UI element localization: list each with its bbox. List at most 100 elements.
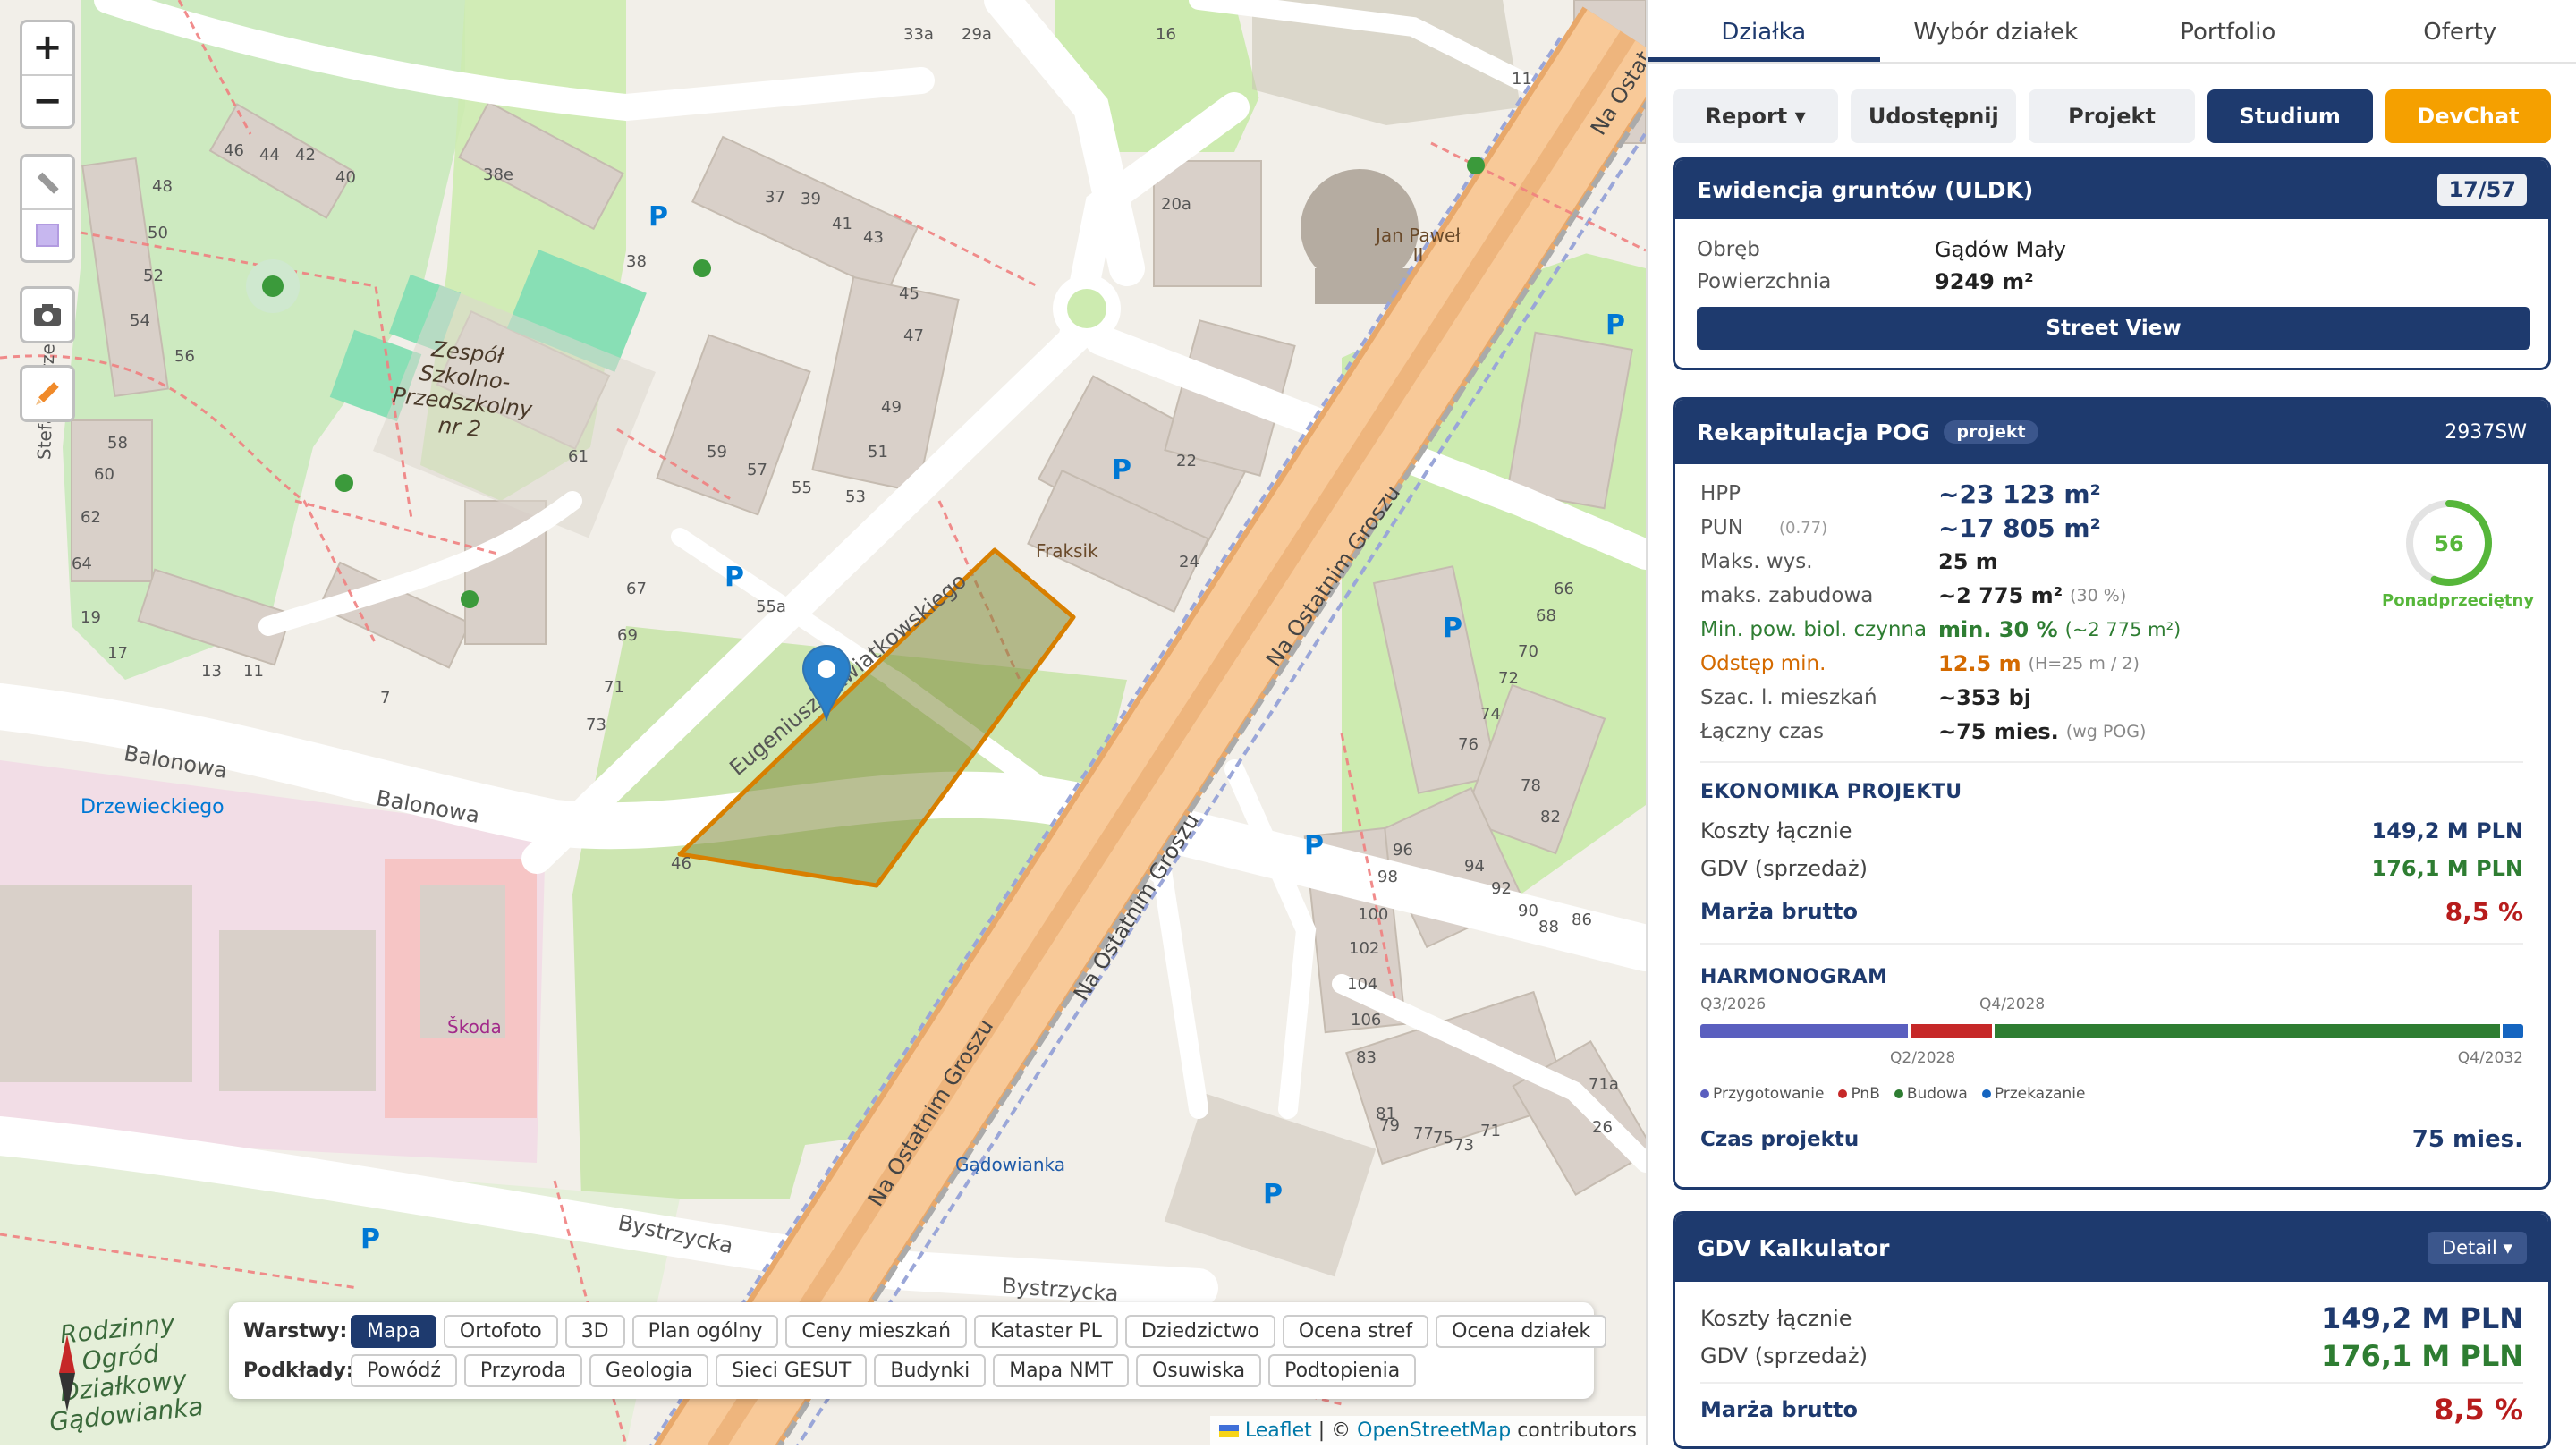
pog-row-value: 12.5 m <box>1938 651 2021 676</box>
pog-row: Szac. l. mieszkań~353 bj <box>1700 681 2523 715</box>
basemap-chip[interactable]: Geologia <box>589 1354 708 1387</box>
layer-chip[interactable]: Dziedzictwo <box>1125 1315 1275 1348</box>
score-gauge: 56 <box>2404 498 2494 588</box>
polygon-draw-icon[interactable] <box>22 208 72 260</box>
svg-text:P: P <box>1443 613 1462 644</box>
legend-dot-icon <box>1982 1089 1991 1098</box>
legend-dot-icon <box>1700 1089 1709 1098</box>
draw-toolbar <box>20 154 75 263</box>
zoom-out-button[interactable]: − <box>22 74 72 126</box>
uldk-badge: 17/57 <box>2437 174 2527 206</box>
devchat-button[interactable]: DevChat <box>2385 89 2551 143</box>
econ-costs-value: 149,2 M PLN <box>2372 818 2523 843</box>
tab-portfolio[interactable]: Portfolio <box>2112 0 2344 62</box>
tab-wybor-dzialek[interactable]: Wybór działek <box>1880 0 2113 62</box>
pog-row-label: Łączny czas <box>1700 720 1938 743</box>
leaflet-link[interactable]: Leaflet <box>1245 1419 1312 1442</box>
pog-row: Odstęp min.12.5 m(H=25 m / 2) <box>1700 647 2523 681</box>
area-value: 9249 m² <box>1935 269 2034 294</box>
gdv-title: GDV Kalkulator <box>1697 1235 1889 1261</box>
pog-row-label: HPP <box>1700 482 1938 505</box>
layer-chip[interactable]: Ocena stref <box>1283 1315 1428 1348</box>
layer-chip[interactable]: Plan ogólny <box>632 1315 779 1348</box>
attribution-contributors: contributors <box>1517 1419 1637 1442</box>
score-value: 56 <box>2434 531 2463 556</box>
econ-gdv-value: 176,1 M PLN <box>2372 856 2523 881</box>
layer-chip[interactable]: Ortofoto <box>444 1315 558 1348</box>
pog-row-value: 25 m <box>1938 549 1998 574</box>
timeline: Q3/2026 Q4/2028 Q2/2028 Q4/2032 <box>1700 996 2523 1081</box>
timeline-legend: PrzygotowaniePnBBudowaPrzekazanie <box>1700 1085 2523 1103</box>
pog-row-note: (wg POG) <box>2066 722 2147 741</box>
timeline-legend-label: Przekazanie <box>1995 1085 2086 1103</box>
tab-oferty[interactable]: Oferty <box>2344 0 2576 62</box>
project-button[interactable]: Projekt <box>2029 89 2194 143</box>
tab-dzialka[interactable]: Działka <box>1648 0 1880 62</box>
timeline-legend-item: Przygotowanie <box>1700 1085 1824 1103</box>
project-time-label: Czas projektu <box>1700 1128 1859 1151</box>
layer-chip[interactable]: Kataster PL <box>974 1315 1118 1348</box>
svg-text:P: P <box>1606 309 1625 341</box>
map-attribution: Leaflet | © OpenStreetMap contributors <box>1210 1416 1646 1445</box>
basemap-chip[interactable]: Przyroda <box>464 1354 582 1387</box>
econ-gdv-label: GDV (sprzedaż) <box>1700 856 1868 881</box>
side-panel: Działka Wybór działek Portfolio Oferty R… <box>1646 0 2576 1445</box>
gdv-margin-label: Marża brutto <box>1700 1397 1858 1422</box>
basemap-chip[interactable]: Sieci GESUT <box>716 1354 867 1387</box>
pog-row-note: (30 %) <box>2070 586 2126 606</box>
share-button[interactable]: Udostępnij <box>1851 89 2016 143</box>
pencil-icon[interactable] <box>22 368 72 419</box>
area-label: Powierzchnia <box>1697 270 1935 293</box>
layers-label: Warstwy: <box>243 1320 343 1343</box>
camera-icon[interactable] <box>22 289 72 341</box>
svg-text:P: P <box>1263 1179 1283 1210</box>
obreb-value: Gądów Mały <box>1935 237 2066 262</box>
street-view-button[interactable]: Street View <box>1697 307 2530 350</box>
timeline-prep-end-label: Q2/2028 <box>1890 1049 1955 1067</box>
timeline-bar <box>1700 1024 2523 1038</box>
basemap-chip[interactable]: Mapa NMT <box>993 1354 1129 1387</box>
econ-title: EKONOMIKA PROJEKTU <box>1700 781 2523 803</box>
basemaps-row: Podkłady: PowódźPrzyrodaGeologiaSieci GE… <box>243 1351 1580 1390</box>
gdv-card: GDV Kalkulator Detail ▾ Koszty łącznie14… <box>1673 1211 2551 1449</box>
pog-row-value: ~23 123 m² <box>1938 479 2101 509</box>
pog-code: 2937SW <box>2445 421 2527 444</box>
map-view[interactable]: PP PP PP PP Balonowa Balonowa Eugeniusza… <box>0 0 1646 1445</box>
basemap-chip[interactable]: Podtopienia <box>1268 1354 1416 1387</box>
legend-dot-icon <box>1894 1089 1903 1098</box>
uldk-header: Ewidencja gruntów (ULDK) 17/57 <box>1675 160 2548 219</box>
timeline-segment <box>1992 1024 2500 1038</box>
basemap-chip[interactable]: Osuwiska <box>1136 1354 1261 1387</box>
osm-link[interactable]: OpenStreetMap <box>1357 1419 1511 1442</box>
layer-chip[interactable]: Mapa <box>351 1315 436 1348</box>
basemap-chip[interactable]: Powódź <box>351 1354 457 1387</box>
basemap-chip[interactable]: Budynki <box>874 1354 986 1387</box>
layer-chip[interactable]: Ceny mieszkań <box>785 1315 967 1348</box>
location-marker-icon[interactable] <box>801 644 852 721</box>
pog-row-label-note: (0.77) <box>1779 519 1938 538</box>
pog-row-value: ~75 mies. <box>1938 719 2059 744</box>
uldk-title: Ewidencja gruntów (ULDK) <box>1697 177 2033 203</box>
layer-chip[interactable]: Ocena działek <box>1436 1315 1606 1348</box>
attribution-separator: | © <box>1318 1419 1351 1442</box>
pog-row-label: Min. pow. biol. czynna <box>1700 618 1938 641</box>
ruler-icon[interactable] <box>22 157 72 208</box>
zoom-control: + − <box>20 20 75 129</box>
pog-row: Min. pow. biol. czynnamin. 30 %(~2 775 m… <box>1700 613 2523 647</box>
map-tiles: PP PP PP PP <box>0 0 1646 1445</box>
report-button[interactable]: Report ▾ <box>1673 89 1838 143</box>
layers-row: Warstwy: MapaOrtofoto3DPlan ogólnyCeny m… <box>243 1311 1580 1351</box>
study-button[interactable]: Studium <box>2207 89 2373 143</box>
svg-text:P: P <box>360 1224 380 1255</box>
pencil-control <box>20 365 75 422</box>
gdv-costs-label: Koszty łącznie <box>1700 1306 1852 1331</box>
gdv-detail-button[interactable]: Detail ▾ <box>2428 1232 2527 1264</box>
pog-tag: projekt <box>1944 420 2038 444</box>
gdv-header: GDV Kalkulator Detail ▾ <box>1675 1214 2548 1282</box>
zoom-in-button[interactable]: + <box>22 22 72 74</box>
layer-chip[interactable]: 3D <box>565 1315 625 1348</box>
score-label: Ponadprzeciętny <box>2382 591 2516 610</box>
svg-text:P: P <box>724 562 744 593</box>
obreb-label: Obręb <box>1697 238 1935 261</box>
timeline-legend-label: Budowa <box>1907 1085 1968 1103</box>
